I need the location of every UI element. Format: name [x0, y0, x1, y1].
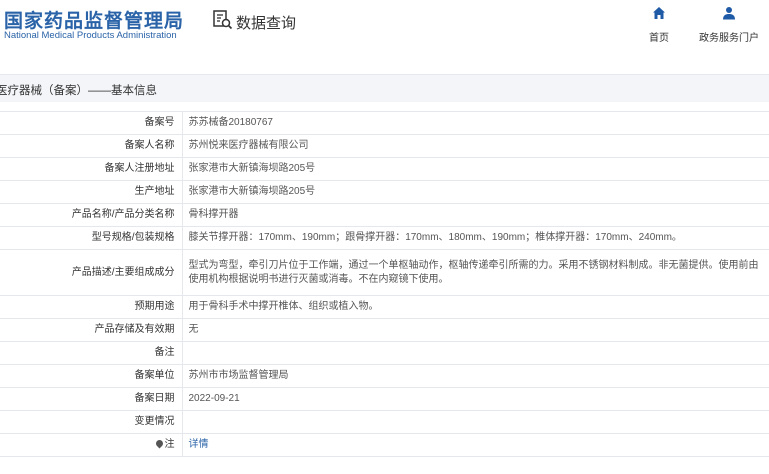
table-row: 备案人注册地址 张家港市大新镇海坝路205号: [0, 157, 769, 181]
field-label: 备案日期: [0, 387, 183, 411]
section-title: 医疗器械（备案）——基本信息: [0, 85, 157, 97]
field-value: 详情: [182, 433, 769, 457]
nav-home-label: 首页: [649, 33, 669, 44]
field-value: 张家港市大新镇海坝路205号: [182, 157, 769, 181]
field-label: 产品描述/主要组成成分: [0, 249, 183, 296]
field-label-note: 注: [0, 433, 183, 457]
field-value: 膝关节撑开器：170mm、190mm；跟骨撑开器：170mm、180mm、190…: [182, 226, 769, 250]
nav-home[interactable]: 首页: [629, 6, 689, 44]
site-logo-title[interactable]: 国家药品监督管理局: [4, 6, 184, 33]
field-value: [182, 341, 769, 365]
table-row: 型号规格/包装规格 膝关节撑开器：170mm、190mm；跟骨撑开器：170mm…: [0, 226, 769, 250]
section-title-bar: 医疗器械（备案）——基本信息: [0, 74, 769, 102]
table-row: 备案人名称 苏州悦来医疗器械有限公司: [0, 134, 769, 158]
field-label: 备案单位: [0, 364, 183, 388]
data-query-title: 数据查询: [236, 14, 297, 32]
table-row: 变更情况: [0, 410, 769, 434]
table-row: 注 详情: [0, 433, 769, 457]
home-icon: [652, 7, 666, 24]
field-value: 苏州悦来医疗器械有限公司: [182, 134, 769, 158]
field-label: 备注: [0, 341, 183, 365]
field-label: 产品存储及有效期: [0, 318, 183, 342]
field-label: 备案号: [0, 111, 183, 135]
field-label: 备案人名称: [0, 134, 183, 158]
basic-info-table: 备案号 苏苏械备20180767 备案人名称 苏州悦来医疗器械有限公司 备案人注…: [0, 111, 769, 457]
site-logo-subtitle: National Medical Products Administration: [4, 30, 177, 41]
field-label: 型号规格/包装规格: [0, 226, 183, 250]
nav-service-portal-label: 政务服务门户: [699, 33, 759, 44]
field-label-text: 注: [164, 439, 175, 450]
field-value: 苏苏械备20180767: [182, 111, 769, 135]
table-row: 预期用途 用于骨科手术中撑开椎体、组织或植入物。: [0, 295, 769, 319]
field-value: 用于骨科手术中撑开椎体、组织或植入物。: [182, 295, 769, 319]
pin-icon: [154, 438, 164, 449]
table-row: 备案单位 苏州市市场监督管理局: [0, 364, 769, 388]
field-value: 无: [182, 318, 769, 342]
field-label: 生产地址: [0, 180, 183, 204]
site-header: 国家药品监督管理局 National Medical Products Admi…: [0, 0, 769, 58]
field-value: [182, 410, 769, 434]
field-value: 骨科撑开器: [182, 203, 769, 227]
field-value: 型式为弯型，牵引刀片位于工作端，通过一个单枢轴动作，枢轴传递牵引所需的力。采用不…: [182, 249, 769, 296]
field-label: 变更情况: [0, 410, 183, 434]
nav-service-portal[interactable]: 政务服务门户: [699, 6, 759, 44]
table-row: 生产地址 张家港市大新镇海坝路205号: [0, 180, 769, 204]
table-row: 产品描述/主要组成成分 型式为弯型，牵引刀片位于工作端，通过一个单枢轴动作，枢轴…: [0, 249, 769, 296]
field-label: 产品名称/产品分类名称: [0, 203, 183, 227]
table-row: 产品名称/产品分类名称 骨科撑开器: [0, 203, 769, 227]
field-label: 备案人注册地址: [0, 157, 183, 181]
table-row: 备案号 苏苏械备20180767: [0, 111, 769, 135]
field-label: 预期用途: [0, 295, 183, 319]
field-value: 苏州市市场监督管理局: [182, 364, 769, 388]
field-value: 2022-09-21: [182, 387, 769, 411]
table-row: 备注: [0, 341, 769, 365]
table-row: 产品存储及有效期 无: [0, 318, 769, 342]
data-query-heading: 数据查询: [212, 10, 296, 34]
field-value: 张家港市大新镇海坝路205号: [182, 180, 769, 204]
table-row: 备案日期 2022-09-21: [0, 387, 769, 411]
data-query-icon: [212, 9, 233, 35]
details-link[interactable]: 详情: [189, 439, 209, 450]
user-icon: [722, 7, 736, 24]
